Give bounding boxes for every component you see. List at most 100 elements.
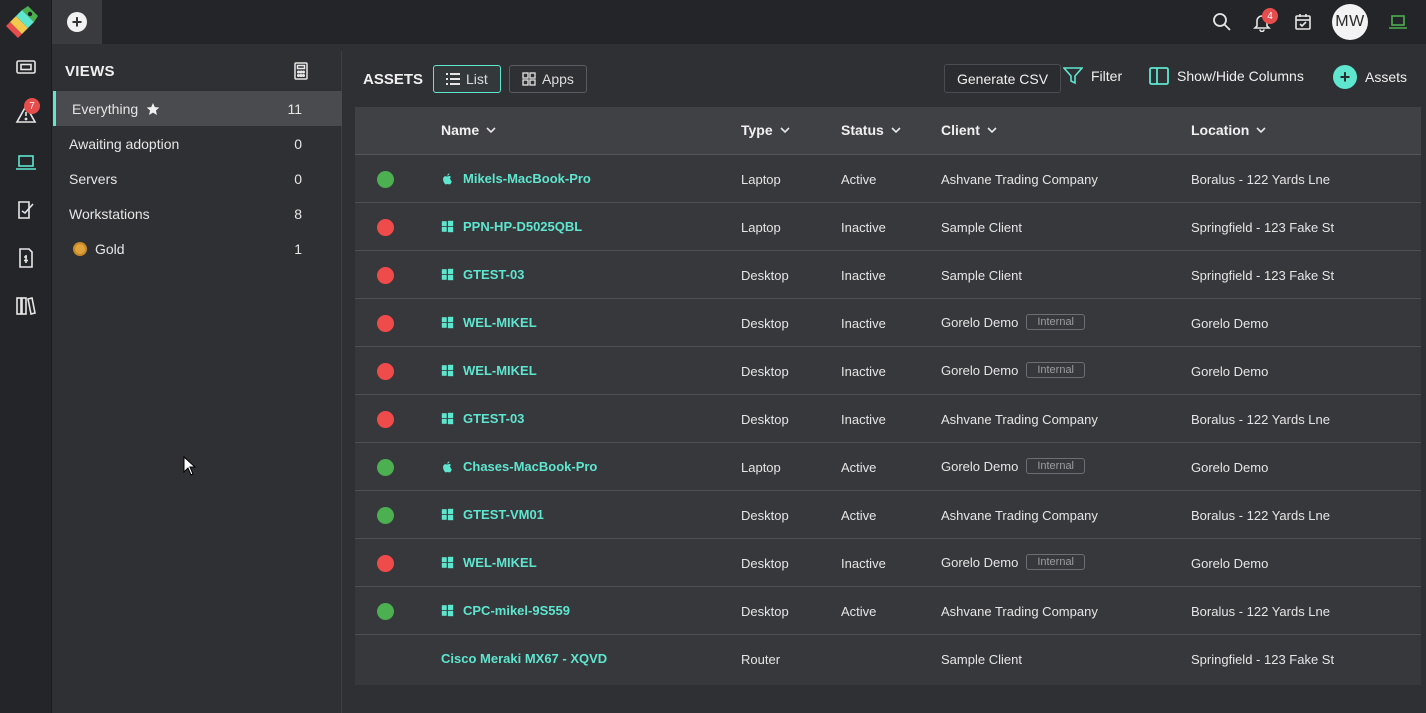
table-row[interactable]: GTEST-03 Desktop Inactive Sample Client Spri… xyxy=(355,251,1421,299)
client-name: Ashvane Trading Company xyxy=(941,172,1098,187)
show-hide-columns-button[interactable]: Show/Hide Columns xyxy=(1149,67,1304,85)
calendar-icon[interactable] xyxy=(1291,10,1315,34)
column-location[interactable]: Location xyxy=(1191,122,1267,138)
status-dot-icon xyxy=(377,555,394,572)
view-awaiting-adoption[interactable]: Awaiting adoption 0 xyxy=(53,126,342,161)
alerts-icon[interactable] xyxy=(0,92,52,136)
user-avatar[interactable]: MW xyxy=(1332,4,1368,40)
status-dot-icon xyxy=(377,219,394,236)
asset-client: Gorelo Demo Internal xyxy=(941,458,1086,474)
asset-name: GTEST-VM01 xyxy=(463,507,544,522)
asset-type: Desktop xyxy=(741,508,789,523)
chevron-down-icon xyxy=(891,127,901,134)
asset-name: Cisco Meraki MX67 - XQVD xyxy=(441,651,608,666)
table-row[interactable]: CPC-mikel-9S559 Desktop Active Ashvane Trad… xyxy=(355,587,1421,635)
windows-icon xyxy=(441,268,454,281)
app-rail: 7 xyxy=(0,0,52,713)
asset-name: GTEST-03 xyxy=(463,411,525,426)
list-label: List xyxy=(466,71,488,87)
asset-name-link[interactable]: WEL-MIKEL xyxy=(441,315,537,330)
asset-location: Springfield - 123 Fake St xyxy=(1191,268,1335,283)
asset-status: Active xyxy=(841,508,877,523)
column-name[interactable]: Name xyxy=(441,122,497,138)
client-name: Gorelo Demo xyxy=(941,362,1019,378)
table-row[interactable]: WEL-MIKEL Desktop Inactive Gorelo Demo Inter… xyxy=(355,539,1421,587)
add-asset-button[interactable]: + Assets xyxy=(1333,65,1407,89)
filter-label: Filter xyxy=(1091,68,1123,84)
asset-name-link[interactable]: WEL-MIKEL xyxy=(441,555,537,570)
view-label: Awaiting adoption xyxy=(69,135,180,152)
asset-type: Desktop xyxy=(741,364,789,379)
asset-status: Active xyxy=(841,604,877,619)
windows-icon xyxy=(441,412,454,425)
asset-name-link[interactable]: CPC-mikel-9S559 xyxy=(441,603,570,618)
table-row[interactable]: WEL-MIKEL Desktop Inactive Gorelo Demo Inter… xyxy=(355,347,1421,395)
view-label: Everything xyxy=(72,100,139,117)
table-row[interactable]: GTEST-03 Desktop Inactive Ashvane Trading C… xyxy=(355,395,1421,443)
internal-tag: Internal xyxy=(1026,554,1086,570)
asset-client: Ashvane Trading Company xyxy=(941,508,1098,523)
chevron-down-icon xyxy=(780,127,790,134)
apps-label: Apps xyxy=(542,71,574,87)
asset-name-link[interactable]: GTEST-03 xyxy=(441,267,524,282)
billing-icon[interactable] xyxy=(0,236,52,280)
tickets-icon[interactable] xyxy=(0,45,52,89)
add-tab-button[interactable]: + xyxy=(52,0,102,44)
client-name: Gorelo Demo xyxy=(941,314,1019,330)
asset-name-link[interactable]: PPN-HP-D5025QBL xyxy=(441,219,582,234)
top-bar: + 4 MW xyxy=(52,0,1426,44)
star-icon[interactable] xyxy=(146,102,160,116)
table-row[interactable]: WEL-MIKEL Desktop Inactive Gorelo Demo Inter… xyxy=(355,299,1421,347)
client-name: Gorelo Demo xyxy=(941,554,1019,570)
laptop-status-icon[interactable] xyxy=(1386,10,1410,34)
asset-name: Mikels-MacBook-Pro xyxy=(463,171,591,186)
view-workstations[interactable]: Workstations 8 xyxy=(53,196,342,231)
asset-name-link[interactable]: Chases-MacBook-Pro xyxy=(441,459,597,474)
view-label: Servers xyxy=(69,170,118,187)
table-row[interactable]: Mikels-MacBook-Pro Laptop Active Ashvane Tr… xyxy=(355,155,1421,203)
asset-name-link[interactable]: Mikels-MacBook-Pro xyxy=(441,171,591,186)
asset-name: WEL-MIKEL xyxy=(463,363,537,378)
chevron-down-icon xyxy=(987,127,997,134)
column-status[interactable]: Status xyxy=(841,122,902,138)
search-icon[interactable] xyxy=(1210,10,1234,34)
table-row[interactable]: Chases-MacBook-Pro Laptop Active Gorelo Dem… xyxy=(355,443,1421,491)
table-row[interactable]: PPN-HP-D5025QBL Laptop Inactive Sample Clie… xyxy=(355,203,1421,251)
table-header: Name Type Status Client Location xyxy=(355,107,1421,155)
table-row[interactable]: Cisco Meraki MX67 - XQVD Router Sample Cli… xyxy=(355,635,1421,685)
view-count: 1 xyxy=(294,240,302,257)
contracts-icon[interactable] xyxy=(0,188,52,232)
columns-icon xyxy=(1149,67,1169,85)
gold-dot-icon xyxy=(73,241,87,256)
filter-button[interactable]: Filter xyxy=(1063,67,1122,85)
laptop-icon[interactable] xyxy=(0,140,52,184)
status-dot-icon xyxy=(377,171,394,188)
column-type[interactable]: Type xyxy=(741,122,791,138)
windows-icon xyxy=(441,316,454,329)
asset-client: Gorelo Demo Internal xyxy=(941,314,1086,330)
table-row[interactable]: GTEST-VM01 Desktop Active Ashvane Trading C… xyxy=(355,491,1421,539)
asset-name-link[interactable]: Cisco Meraki MX67 - XQVD xyxy=(441,651,607,666)
asset-status: Inactive xyxy=(841,364,886,379)
asset-location: Gorelo Demo xyxy=(1191,556,1269,571)
client-name: Sample Client xyxy=(941,652,1022,667)
list-view-button[interactable]: List xyxy=(433,65,501,93)
asset-name-link[interactable]: GTEST-VM01 xyxy=(441,507,544,522)
column-client[interactable]: Client xyxy=(941,122,998,138)
internal-tag: Internal xyxy=(1026,362,1086,378)
app-logo[interactable] xyxy=(6,4,40,40)
asset-location: Springfield - 123 Fake St xyxy=(1191,220,1335,235)
generate-csv-button[interactable]: Generate CSV xyxy=(944,64,1062,93)
asset-type: Desktop xyxy=(741,268,789,283)
library-icon[interactable] xyxy=(0,284,52,328)
view-everything[interactable]: Everything 11 xyxy=(53,91,342,126)
view-servers[interactable]: Servers 0 xyxy=(53,161,342,196)
asset-name-link[interactable]: WEL-MIKEL xyxy=(441,363,537,378)
calculator-icon[interactable] xyxy=(291,61,311,81)
apps-view-button[interactable]: Apps xyxy=(509,65,587,93)
page-title: ASSETS xyxy=(363,71,424,88)
asset-name-link[interactable]: GTEST-03 xyxy=(441,411,524,426)
view-gold[interactable]: Gold 1 xyxy=(53,231,342,266)
asset-name: WEL-MIKEL xyxy=(463,315,537,330)
client-name: Sample Client xyxy=(941,268,1022,283)
